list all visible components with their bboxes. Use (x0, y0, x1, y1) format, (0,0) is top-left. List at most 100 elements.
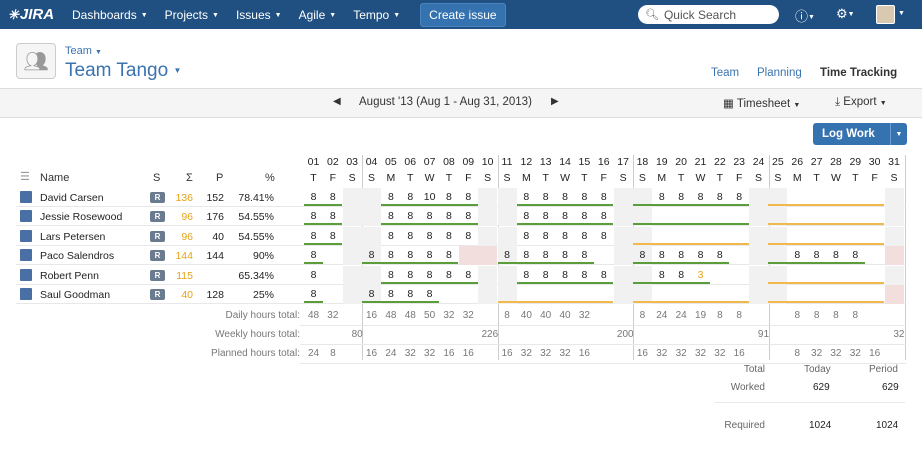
previous-period-arrow-icon[interactable]: ◀ (333, 96, 341, 107)
hours-cell[interactable] (710, 266, 729, 285)
hours-cell[interactable] (342, 207, 362, 226)
nav-label: Dashboards (72, 7, 137, 22)
hours-cell[interactable]: 8 (575, 227, 594, 246)
nav-tempo[interactable]: Tempo ▼ (353, 8, 400, 22)
hours-cell[interactable]: 8 (459, 227, 478, 246)
hours-cell[interactable] (884, 266, 904, 285)
col-header-name[interactable]: Name (40, 172, 69, 184)
hours-cell[interactable] (749, 207, 769, 226)
hours-cell[interactable] (749, 188, 769, 207)
hours-cell[interactable]: 8 (381, 227, 400, 246)
hours-cell[interactable]: 8 (401, 227, 420, 246)
create-issue-button[interactable]: Create issue (420, 2, 506, 27)
column-toggle-icon[interactable]: ☰ (20, 170, 30, 183)
hours-cell[interactable] (497, 207, 517, 226)
user-name[interactable]: Paco Salendros (40, 250, 114, 262)
timesheet-dropdown[interactable]: ▦ Timesheet ▼ (723, 96, 800, 110)
hours-cell[interactable] (497, 227, 517, 246)
hours-cell[interactable] (362, 207, 382, 226)
nav-agile[interactable]: Agile ▼ (299, 8, 337, 22)
user-name[interactable]: Jessie Rosewood (40, 211, 122, 223)
hours-cell[interactable] (613, 285, 633, 304)
caret-down-icon: ▼ (793, 102, 801, 109)
summary-worked-today: 629 (813, 382, 830, 393)
hours-cell[interactable] (439, 285, 458, 304)
user-avatar[interactable] (876, 5, 895, 24)
hours-cell[interactable] (478, 188, 498, 207)
hours-cell[interactable] (730, 246, 749, 265)
hours-cell[interactable] (613, 227, 633, 246)
hours-cell[interactable] (362, 266, 382, 285)
hours-cell[interactable] (342, 285, 362, 304)
jira-logo[interactable]: ✳ JIRA (8, 6, 72, 23)
col-header-sigma[interactable]: Σ (186, 172, 193, 184)
hours-cell[interactable]: 8 (556, 227, 575, 246)
hours-cell[interactable] (478, 207, 498, 226)
user-name[interactable]: David Carsen (40, 192, 104, 204)
nav-dashboards[interactable]: Dashboards ▼ (72, 8, 148, 22)
hours-cell[interactable] (497, 188, 517, 207)
hours-cell[interactable] (884, 207, 904, 226)
hours-cell[interactable] (884, 227, 904, 246)
hours-cell[interactable] (497, 266, 517, 285)
hours-cell[interactable] (342, 266, 362, 285)
hours-cell[interactable] (884, 246, 904, 265)
hours-cell[interactable]: 8 (594, 227, 613, 246)
hours-cell[interactable] (613, 246, 633, 265)
hours-cell[interactable] (594, 246, 613, 265)
hours-cell[interactable] (749, 227, 769, 246)
hours-cell[interactable]: 8 (439, 227, 458, 246)
hours-cell[interactable] (323, 246, 342, 265)
hours-cell[interactable] (342, 246, 362, 265)
hours-cell[interactable] (749, 285, 769, 304)
user-name[interactable]: Lars Petersen (40, 231, 105, 243)
hours-cell[interactable] (459, 285, 478, 304)
hours-cell[interactable] (362, 188, 382, 207)
caret-down-icon[interactable]: ▼ (890, 123, 907, 145)
hours-cell[interactable] (342, 227, 362, 246)
weekday-header: W (695, 172, 706, 184)
tab-team[interactable]: Team (711, 67, 739, 79)
caret-down-icon[interactable]: ▼ (898, 10, 905, 17)
hours-cell[interactable] (613, 266, 633, 285)
col-header-pct[interactable]: % (265, 172, 275, 184)
hours-cell[interactable] (323, 285, 342, 304)
log-work-button[interactable]: Log Work ▼ (813, 123, 907, 145)
export-dropdown[interactable]: ⤓ Export ▼ (835, 96, 887, 109)
col-header-s[interactable]: S (153, 172, 160, 184)
hours-cell[interactable] (342, 188, 362, 207)
hours-cell[interactable] (478, 227, 498, 246)
hours-cell[interactable] (362, 227, 382, 246)
hours-cell[interactable] (749, 246, 769, 265)
hours-cell[interactable]: 8 (304, 266, 323, 285)
hours-cell[interactable]: 8 (420, 227, 439, 246)
hours-cell[interactable] (458, 246, 478, 265)
role-badge: R (150, 250, 165, 261)
hours-cell[interactable] (884, 188, 904, 207)
gear-icon[interactable]: ⚙▼ (836, 6, 855, 22)
hours-cell[interactable] (884, 285, 904, 304)
hours-cell[interactable] (323, 266, 342, 285)
project-type-dropdown[interactable]: Team ▼ (65, 45, 102, 57)
hours-cell[interactable]: 8 (536, 227, 555, 246)
hours-cell[interactable] (478, 246, 498, 265)
col-header-p[interactable]: P (216, 172, 223, 184)
hours-cell[interactable] (730, 266, 749, 285)
user-name[interactable]: Saul Goodman (40, 289, 110, 301)
nav-issues[interactable]: Issues ▼ (236, 8, 282, 22)
nav-projects[interactable]: Projects ▼ (165, 8, 219, 22)
tab-time-tracking[interactable]: Time Tracking (820, 67, 897, 79)
help-icon[interactable]: ⓘ▼ (795, 6, 815, 25)
hours-cell[interactable] (865, 246, 884, 265)
hours-cell[interactable] (613, 188, 633, 207)
tab-planning[interactable]: Planning (757, 67, 802, 79)
hours-cell[interactable]: 8 (517, 227, 536, 246)
hours-cell[interactable] (478, 285, 498, 304)
hours-cell[interactable] (613, 207, 633, 226)
next-period-arrow-icon[interactable]: ▶ (551, 96, 559, 107)
quick-search-input[interactable]: 🔍︎ Quick Search (638, 5, 779, 24)
user-name[interactable]: Robert Penn (40, 270, 99, 282)
project-name-dropdown[interactable]: Team Tango ▼ (65, 60, 181, 82)
hours-cell[interactable] (478, 266, 498, 285)
hours-cell[interactable] (749, 266, 769, 285)
